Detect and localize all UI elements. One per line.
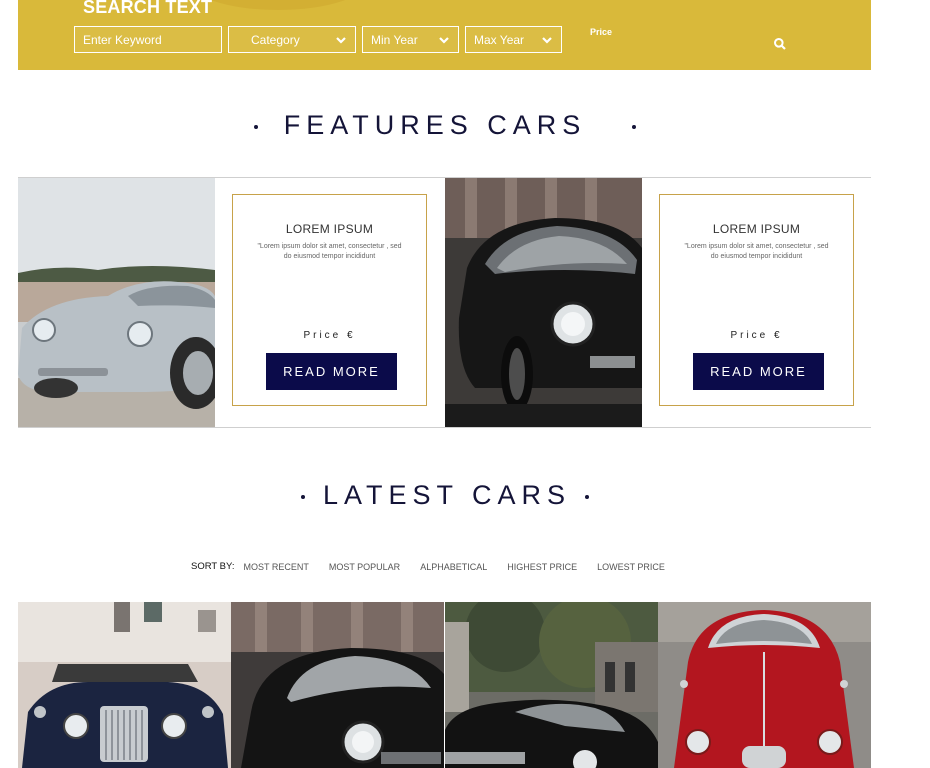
feature-car-photo[interactable] xyxy=(445,178,642,427)
silver-roadster-image xyxy=(18,178,215,427)
sort-bar: SORT BY: MOST RECENT MOST POPULAR ALPHAB… xyxy=(191,561,665,572)
features-strip: LOREM IPSUM "Lorem ipsum dolor sit amet,… xyxy=(18,177,871,428)
read-more-button[interactable]: READ MORE xyxy=(693,353,824,390)
min-year-value: Min Year xyxy=(371,32,418,47)
keyword-input[interactable] xyxy=(83,32,221,47)
sort-lowest-price[interactable]: LOWEST PRICE xyxy=(597,562,665,572)
vintage-roadster-image xyxy=(18,602,231,768)
latest-section-title: LATEST CARS xyxy=(0,480,890,511)
black-coupe-image xyxy=(231,602,444,768)
latest-title-text: LATEST CARS xyxy=(322,480,572,510)
search-banner: SEARCH TEXT Category Min Year Max Year P… xyxy=(18,0,871,70)
red-jaguar-image xyxy=(658,602,871,768)
feature-card-heading: LOREM IPSUM xyxy=(285,222,374,236)
feature-card-price: Price € xyxy=(730,330,783,341)
title-dot xyxy=(253,124,258,129)
features-section-title: FEATURES CARS xyxy=(0,110,890,141)
title-dot xyxy=(585,494,590,499)
feature-card-text: "Lorem ipsum dolor sit amet, consectetur… xyxy=(257,243,402,260)
price-filter-label[interactable]: Price xyxy=(590,27,612,37)
feature-card: LOREM IPSUM "Lorem ipsum dolor sit amet,… xyxy=(659,194,854,406)
title-dot xyxy=(300,494,305,499)
latest-car-photo[interactable] xyxy=(445,602,658,768)
sort-most-popular[interactable]: MOST POPULAR xyxy=(329,562,400,572)
features-title-text: FEATURES CARS xyxy=(283,110,587,140)
feature-card-heading: LOREM IPSUM xyxy=(712,222,801,236)
chevron-down-icon xyxy=(542,36,552,44)
latest-car-photo[interactable] xyxy=(18,602,231,768)
sort-highest-price[interactable]: HIGHEST PRICE xyxy=(507,562,577,572)
latest-cars-grid xyxy=(18,602,871,768)
search-icon[interactable] xyxy=(773,37,787,51)
chevron-down-icon xyxy=(439,36,449,44)
black-porsche-image xyxy=(445,178,642,427)
read-more-button[interactable]: READ MORE xyxy=(266,353,397,390)
sort-most-recent[interactable]: MOST RECENT xyxy=(243,562,308,572)
search-title: SEARCH TEXT xyxy=(83,0,213,17)
sort-alphabetical[interactable]: ALPHABETICAL xyxy=(420,562,487,572)
black-jaguar-image xyxy=(445,602,658,768)
category-value: Category xyxy=(251,32,300,47)
latest-car-photo[interactable] xyxy=(231,602,444,768)
feature-card-text: "Lorem ipsum dolor sit amet, consectetur… xyxy=(684,243,829,260)
min-year-select[interactable]: Min Year xyxy=(362,26,459,53)
chevron-down-icon xyxy=(336,36,346,44)
max-year-value: Max Year xyxy=(474,32,525,47)
title-dot xyxy=(632,124,637,129)
feature-card-price: Price € xyxy=(303,330,356,341)
category-select[interactable]: Category xyxy=(228,26,356,53)
sort-label: SORT BY: xyxy=(191,561,235,572)
latest-car-photo[interactable] xyxy=(658,602,871,768)
max-year-select[interactable]: Max Year xyxy=(465,26,562,53)
feature-card: LOREM IPSUM "Lorem ipsum dolor sit amet,… xyxy=(232,194,427,406)
feature-car-photo[interactable] xyxy=(18,178,215,427)
keyword-field[interactable] xyxy=(74,26,222,53)
